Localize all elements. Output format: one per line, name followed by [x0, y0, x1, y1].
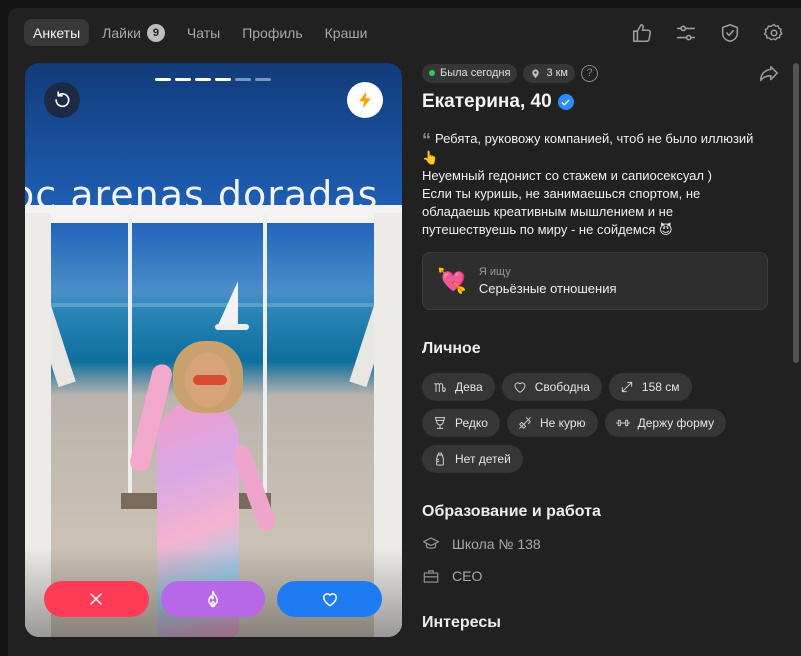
- dislike-button[interactable]: [44, 581, 149, 617]
- quote-icon: “: [422, 130, 431, 150]
- chip-label: Нет детей: [455, 452, 511, 466]
- job-item: CEO: [422, 567, 768, 585]
- boost-button[interactable]: [347, 82, 383, 118]
- help-button[interactable]: ?: [581, 64, 598, 82]
- main-nav: Анкеты Лайки 9 Чаты Профиль Краши: [24, 19, 376, 46]
- personal-section-title: Личное: [422, 340, 481, 357]
- superlike-button[interactable]: [160, 581, 266, 617]
- seeking-card: 💘 Я ищу Серьёзные отношения: [422, 252, 768, 310]
- distance-text: 3 км: [546, 67, 568, 79]
- profile-info: Была сегодня 3 км ? Екатерина, 40 “Ребят…: [422, 63, 779, 632]
- online-status-text: Была сегодня: [440, 67, 511, 79]
- online-dot: [429, 70, 435, 76]
- tab-label: Лайки: [102, 24, 141, 41]
- profile-bio: “Ребята, руковожу компанией, чтоб не был…: [422, 130, 768, 239]
- chip-label: Дева: [455, 380, 483, 394]
- tab-likes[interactable]: Лайки 9: [93, 19, 174, 46]
- tab-label: Чаты: [186, 24, 221, 41]
- chip-label: Держу форму: [637, 416, 715, 430]
- scrollbar[interactable]: [793, 63, 799, 637]
- interests-section-title: Интересы: [422, 614, 501, 631]
- tab-label: Профиль: [242, 24, 303, 41]
- distance-badge: 3 км: [523, 63, 575, 83]
- verified-icon: [557, 94, 574, 110]
- photo-pagination: [155, 78, 271, 81]
- graduation-cap-icon: [422, 537, 440, 549]
- cupid-heart-icon: 💘: [437, 267, 467, 295]
- chip-children: Нет детей: [422, 445, 523, 473]
- lightning-icon: [359, 91, 371, 109]
- gear-icon[interactable]: [761, 20, 787, 46]
- tab-label: Краши: [324, 24, 368, 41]
- chip-label: Редко: [455, 416, 488, 430]
- chip-smoking: Не курю: [506, 409, 598, 437]
- thumbs-up-icon[interactable]: [629, 20, 655, 46]
- height-icon: [621, 381, 633, 393]
- share-button[interactable]: [758, 63, 784, 85]
- like-button[interactable]: [277, 581, 383, 617]
- chip-alcohol: Редко: [422, 409, 500, 437]
- photo-sailboat: [218, 281, 238, 325]
- personal-chips: Дева Свободна 158 см Редко Не курю Держу…: [422, 373, 762, 473]
- profile-name: Екатерина, 40: [422, 91, 552, 112]
- chip-sport: Держу форму: [604, 409, 727, 437]
- heart-outline-icon: [514, 382, 526, 393]
- photo-page-indicator: [255, 78, 271, 81]
- photo-page-indicator: [235, 78, 251, 81]
- photo-page-indicator: [175, 78, 191, 81]
- photo-page-indicator: [195, 78, 211, 81]
- dumbbell-icon: [615, 419, 630, 427]
- briefcase-icon: [423, 570, 439, 583]
- chip-zodiac: Дева: [422, 373, 495, 401]
- job-text: CEO: [452, 568, 483, 584]
- tab-chats[interactable]: Чаты: [178, 19, 229, 46]
- online-status-badge: Была сегодня: [422, 63, 518, 83]
- share-arrow-icon: [759, 65, 779, 82]
- app-window: Анкеты Лайки 9 Чаты Профиль Краши oc aren…: [8, 8, 801, 656]
- wine-glass-icon: [434, 417, 446, 429]
- education-text: Школа № 138: [452, 536, 541, 552]
- fire-icon: [208, 590, 218, 608]
- bio-text: Ребята, руковожу компанией, чтоб не было…: [422, 131, 754, 237]
- chip-label: Не курю: [539, 416, 586, 430]
- scrollbar-thumb[interactable]: [793, 63, 799, 363]
- name-row: Екатерина, 40: [422, 91, 768, 113]
- shield-icon[interactable]: [717, 20, 743, 46]
- header-tools: [629, 20, 787, 46]
- undo-button[interactable]: [44, 82, 80, 118]
- chip-height: 158 см: [608, 373, 692, 401]
- photo-swing-beam: [25, 205, 402, 223]
- status-row: Была сегодня 3 км ?: [422, 63, 779, 83]
- photo-page-indicator: [215, 78, 231, 81]
- tab-crushes[interactable]: Краши: [316, 19, 377, 46]
- photo-person-sunglasses: [193, 375, 227, 385]
- tab-profiles[interactable]: Анкеты: [24, 19, 90, 46]
- work-section-title: Образование и работа: [422, 503, 601, 520]
- tab-profile[interactable]: Профиль: [233, 19, 311, 46]
- photo-page-indicator: [155, 78, 171, 81]
- tab-label: Анкеты: [33, 24, 81, 41]
- photo-boat-hull: [215, 324, 249, 330]
- close-icon: [90, 593, 103, 605]
- likes-count-badge: 9: [146, 23, 165, 42]
- no-smoking-icon: [519, 417, 531, 429]
- chip-label: Свободна: [534, 380, 590, 394]
- education-item: Школа № 138: [422, 535, 768, 553]
- profile-photo[interactable]: oc arenas doradas: [25, 63, 402, 637]
- chip-label: 158 см: [641, 380, 680, 394]
- sliders-icon[interactable]: [673, 20, 699, 46]
- heart-icon: [322, 593, 337, 607]
- baby-bottle-icon: [436, 452, 444, 466]
- seeking-label: Я ищу: [478, 266, 511, 278]
- seeking-value: Серьёзные отношения: [478, 281, 617, 296]
- virgo-icon: [434, 383, 446, 393]
- swipe-actions: [44, 581, 383, 617]
- chip-relationship: Свободна: [501, 373, 602, 401]
- photo-horizon: [25, 303, 402, 307]
- location-pin-icon: [532, 68, 540, 78]
- undo-icon: [55, 91, 70, 108]
